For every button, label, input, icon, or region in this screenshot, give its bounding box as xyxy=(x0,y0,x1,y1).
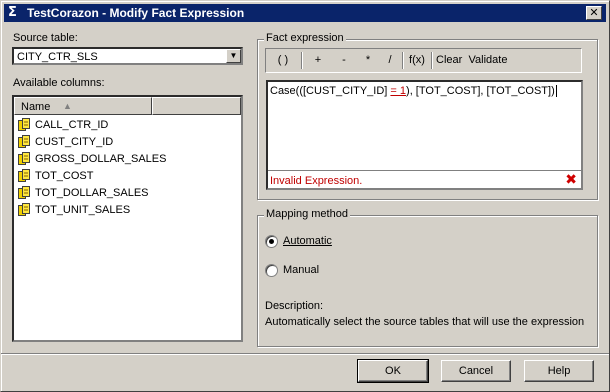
column-icon xyxy=(18,169,30,182)
bottom-separator xyxy=(1,353,609,355)
fact-expression-label: Fact expression xyxy=(264,32,346,44)
plus-button[interactable]: + xyxy=(310,52,326,69)
source-table-select[interactable]: CITY_CTR_SLS ▼ xyxy=(12,47,243,65)
column-icon xyxy=(18,135,30,148)
minus-button[interactable]: - xyxy=(336,52,352,69)
divide-button[interactable]: / xyxy=(382,52,398,69)
available-columns-list[interactable]: Name ▲ CALL_CTR_ID CUST_CITY_ID GROSS_DOLL… xyxy=(12,95,243,342)
column-name: TOT_UNIT_SALES xyxy=(35,204,131,216)
mapping-method-label: Mapping method xyxy=(264,208,350,220)
empty-column-header[interactable] xyxy=(152,97,241,115)
column-name: CALL_CTR_ID xyxy=(35,119,109,131)
toolbar-separator xyxy=(402,52,404,69)
sort-ascending-icon: ▲ xyxy=(63,101,72,111)
expression-toolbar: ( ) + - * / f(x) Clear Validate xyxy=(265,48,582,73)
expression-text[interactable]: Case(([CUST_CITY_ID] = 1), [TOT_COST], [… xyxy=(270,85,557,97)
error-x-icon: ✖ xyxy=(565,172,577,188)
text-cursor xyxy=(555,85,557,97)
help-button[interactable]: Help xyxy=(524,360,594,382)
validate-button[interactable]: Validate xyxy=(467,52,509,69)
available-columns-label: Available columns: xyxy=(13,77,105,89)
parentheses-button[interactable]: ( ) xyxy=(271,52,295,69)
column-name: TOT_COST xyxy=(35,170,94,182)
description-label: Description: xyxy=(265,300,324,312)
error-highlight: = 1 xyxy=(390,85,407,97)
description-text: Automatically select the source tables t… xyxy=(265,316,585,328)
automatic-radio[interactable] xyxy=(265,235,278,248)
toolbar-separator xyxy=(301,52,303,69)
validation-status: Invalid Expression. xyxy=(270,175,363,187)
ok-button[interactable]: OK xyxy=(357,359,429,383)
column-name: GROSS_DOLLAR_SALES xyxy=(35,153,167,165)
expression-editor[interactable]: Case(([CUST_CITY_ID] = 1), [TOT_COST], [… xyxy=(266,80,583,190)
function-button[interactable]: f(x) xyxy=(405,52,429,69)
column-icon xyxy=(18,118,30,131)
sigma-icon: Σ xyxy=(8,5,17,20)
column-icon xyxy=(18,186,30,199)
column-name: CUST_CITY_ID xyxy=(35,136,114,148)
multiply-button[interactable]: * xyxy=(360,52,376,69)
toolbar-separator xyxy=(431,52,433,69)
clear-button[interactable]: Clear xyxy=(436,52,462,69)
name-column-header[interactable]: Name ▲ xyxy=(14,97,152,115)
source-table-value: CITY_CTR_SLS xyxy=(17,51,98,63)
manual-label[interactable]: Manual xyxy=(283,264,319,276)
column-icon xyxy=(18,152,30,165)
manual-radio[interactable] xyxy=(265,264,278,277)
source-table-label: Source table: xyxy=(13,32,78,44)
cancel-button[interactable]: Cancel xyxy=(441,360,511,382)
title-bar[interactable]: Σ TestCorazon - Modify Fact Expression ✕ xyxy=(4,4,606,22)
chevron-down-icon[interactable]: ▼ xyxy=(226,49,241,63)
column-header-row: Name ▲ xyxy=(14,97,241,115)
column-icon xyxy=(18,203,30,216)
column-name: TOT_DOLLAR_SALES xyxy=(35,187,149,199)
window-title: TestCorazon - Modify Fact Expression xyxy=(27,6,245,20)
modify-fact-expression-dialog: Σ TestCorazon - Modify Fact Expression ✕… xyxy=(0,0,610,392)
status-divider xyxy=(268,170,581,171)
close-button[interactable]: ✕ xyxy=(586,6,602,20)
automatic-label[interactable]: Automatic xyxy=(283,235,332,247)
